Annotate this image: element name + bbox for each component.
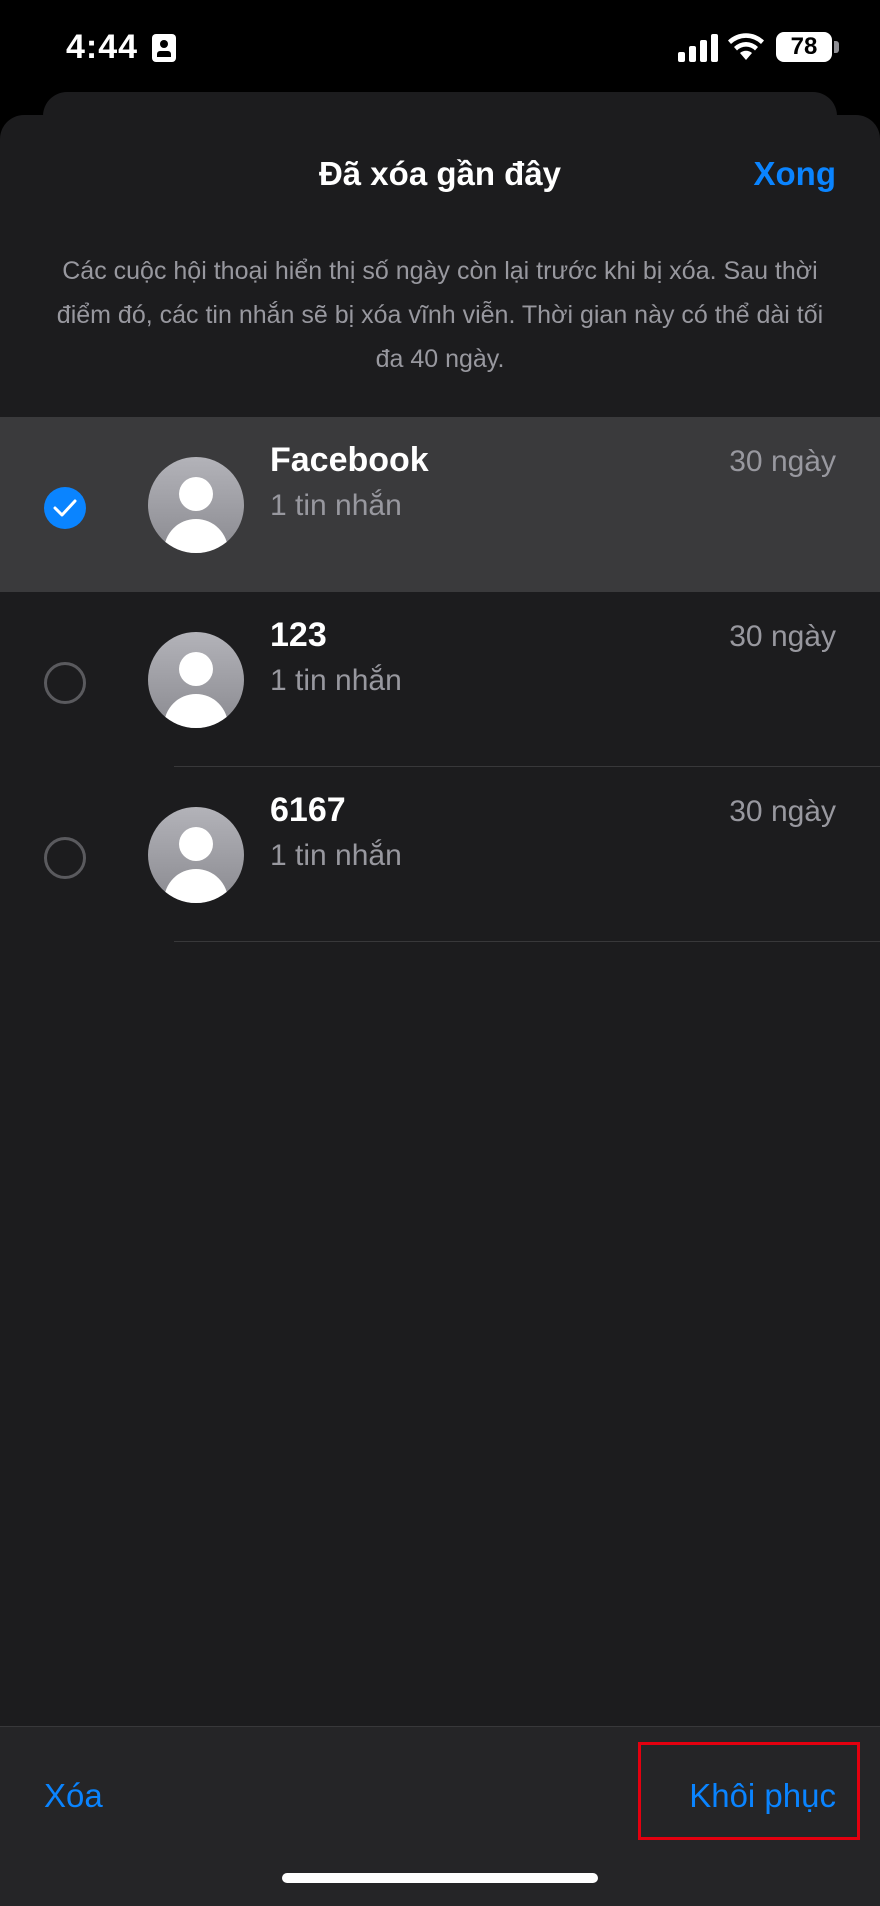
- message-count: 1 tin nhắn: [270, 489, 402, 522]
- unselected-circle-icon[interactable]: [44, 662, 86, 704]
- days-remaining: 30 ngày: [729, 445, 836, 478]
- avatar-icon: [148, 632, 244, 728]
- conversation-row[interactable]: 6167 1 tin nhắn 30 ngày: [0, 767, 880, 942]
- conversation-name: Facebook: [270, 441, 429, 479]
- unselected-circle-icon[interactable]: [44, 837, 86, 879]
- battery-icon: 78: [776, 32, 832, 62]
- cellular-signal-icon: [678, 34, 718, 62]
- avatar-icon: [148, 457, 244, 553]
- home-indicator[interactable]: [282, 1873, 598, 1883]
- info-text: Các cuộc hội thoại hiển thị số ngày còn …: [56, 257, 824, 373]
- days-remaining: 30 ngày: [729, 795, 836, 828]
- message-count: 1 tin nhắn: [270, 664, 402, 697]
- conversation-name: 123: [270, 616, 327, 654]
- conversation-row[interactable]: Facebook 1 tin nhắn 30 ngày: [0, 417, 880, 592]
- row-separator: [174, 941, 880, 942]
- selected-checkmark-icon[interactable]: [44, 487, 86, 529]
- conversation-name: 6167: [270, 791, 346, 829]
- done-button[interactable]: Xong: [754, 155, 836, 193]
- restore-button[interactable]: Khôi phục: [689, 1777, 836, 1815]
- days-remaining: 30 ngày: [729, 620, 836, 653]
- delete-button[interactable]: Xóa: [44, 1777, 103, 1815]
- conversation-row[interactable]: 123 1 tin nhắn 30 ngày: [0, 592, 880, 767]
- wifi-icon: [728, 33, 764, 60]
- conversation-list: Facebook 1 tin nhắn 30 ngày 123 1 tin nh…: [0, 417, 880, 942]
- avatar-icon: [148, 807, 244, 903]
- status-bar: 4:44 78: [0, 0, 880, 95]
- status-time: 4:44: [66, 28, 139, 66]
- id-card-icon: [152, 34, 176, 62]
- sheet-title: Đã xóa gần đây: [318, 155, 562, 192]
- recently-deleted-sheet: Đã xóa gần đây Xong Các cuộc hội thoại h…: [0, 115, 880, 1905]
- message-count: 1 tin nhắn: [270, 839, 402, 872]
- battery-tip: [834, 41, 839, 53]
